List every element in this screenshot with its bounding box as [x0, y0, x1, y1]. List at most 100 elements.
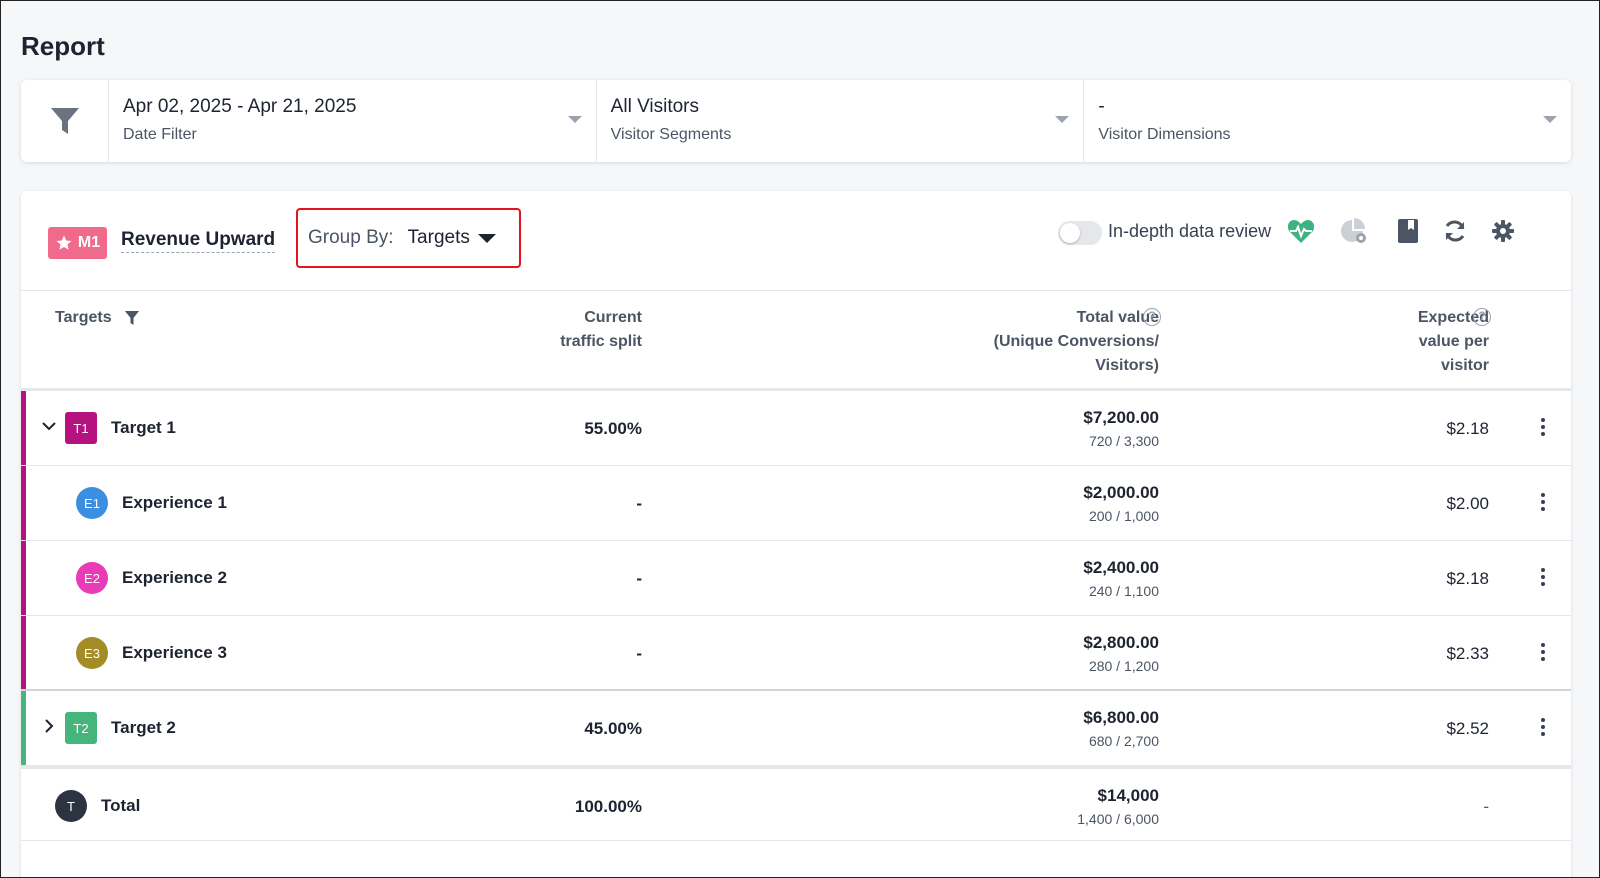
metric-badge-label: M1: [77, 234, 101, 251]
visitor-dimensions-value: -: [1098, 96, 1105, 117]
in-depth-data-review-toggle[interactable]: [1058, 221, 1102, 245]
experience-row[interactable]: E1 Experience 1 - $2,000.00 200 / 1,000 …: [21, 466, 1571, 541]
targets-header-label: Targets: [55, 309, 112, 326]
conversions-visitors: 280 / 1,200: [1088, 658, 1159, 674]
experience-row[interactable]: E2 Experience 2 - $2,400.00 240 / 1,100 …: [21, 541, 1571, 616]
column-filter-icon[interactable]: [124, 310, 140, 326]
row-menu-icon[interactable]: [1539, 715, 1547, 739]
visitor-dimensions-label: Visitor Dimensions: [1098, 126, 1231, 143]
traffic-split-header-line1: Current: [584, 309, 642, 326]
traffic-split-value: 45.00%: [584, 719, 642, 738]
total-value: $2,400.00: [1083, 558, 1159, 577]
target-badge: T2: [65, 712, 97, 744]
refresh-icon[interactable]: [1440, 216, 1470, 246]
traffic-split-value: 100.00%: [574, 797, 642, 816]
metric-badge: M1: [48, 227, 107, 259]
expected-value: $2.33: [1446, 644, 1489, 663]
total-value: $2,000.00: [1083, 483, 1159, 502]
visitor-dimensions-dropdown[interactable]: - Visitor Dimensions: [1084, 80, 1571, 162]
total-value: $7,200.00: [1083, 408, 1159, 427]
heartbeat-icon[interactable]: [1286, 216, 1316, 246]
expected-value: -: [1483, 797, 1489, 816]
target-name: Target 2: [111, 718, 176, 737]
table-header: Targets Current traffic split Total valu…: [21, 291, 1571, 391]
total-value-help-icon[interactable]: ?: [1143, 308, 1161, 326]
target-color-stripe: [21, 466, 26, 540]
row-menu-icon[interactable]: [1539, 640, 1547, 664]
total-value-column-header: Total value (Unique Conversions/ Visitor…: [994, 306, 1159, 378]
expected-value: $2.18: [1446, 569, 1489, 588]
row-menu-icon[interactable]: [1539, 565, 1547, 589]
conversions-visitors: 1,400 / 6,000: [1077, 811, 1159, 827]
experience-badge: E3: [76, 637, 108, 669]
traffic-split-column-header: Current traffic split: [560, 306, 642, 354]
row-menu-icon[interactable]: [1539, 415, 1547, 439]
target-row[interactable]: T1 Target 1 55.00% $7,200.00 720 / 3,300…: [21, 391, 1571, 466]
total-row: T Total 100.00% $14,000 1,400 / 6,000 -: [21, 766, 1571, 841]
experience-badge: E1: [76, 487, 108, 519]
target-color-stripe: [21, 391, 26, 465]
gear-icon[interactable]: [1488, 216, 1518, 246]
date-filter-dropdown[interactable]: Apr 02, 2025 - Apr 21, 2025 Date Filter: [109, 80, 597, 162]
chevron-down-icon[interactable]: [41, 418, 57, 434]
visitor-segments-dropdown[interactable]: All Visitors Visitor Segments: [597, 80, 1085, 162]
metric-name-link[interactable]: Revenue Upward: [121, 229, 276, 253]
expected-value: $2.52: [1446, 719, 1489, 738]
target-color-stripe: [21, 616, 26, 689]
date-filter-value: Apr 02, 2025 - Apr 21, 2025: [123, 96, 357, 117]
bookmark-icon[interactable]: [1393, 216, 1423, 246]
group-by-dropdown[interactable]: Group By: Targets: [296, 208, 521, 268]
report-page: Report Apr 02, 2025 - Apr 21, 2025 Date …: [0, 0, 1600, 878]
traffic-split-header-line2: traffic split: [560, 333, 642, 350]
expected-value-header-line2: value per: [1418, 333, 1489, 350]
target-row[interactable]: T2 Target 2 45.00% $6,800.00 680 / 2,700…: [21, 691, 1571, 766]
visitor-segments-value: All Visitors: [610, 96, 700, 117]
target-color-stripe: [21, 691, 26, 765]
expected-value: $2.18: [1446, 419, 1489, 438]
report-card: M1 Revenue Upward Group By: Targets In-d…: [21, 191, 1571, 877]
conversions-visitors: 200 / 1,000: [1088, 508, 1159, 524]
page-title: Report: [21, 31, 105, 61]
funnel-icon: [50, 108, 79, 134]
filter-bar: Apr 02, 2025 - Apr 21, 2025 Date Filter …: [21, 80, 1571, 162]
experience-name: Experience 3: [122, 643, 227, 662]
chevron-right-icon[interactable]: [41, 718, 57, 734]
conversions-visitors: 720 / 3,300: [1088, 433, 1159, 449]
toggle-knob: [1060, 223, 1080, 243]
filter-toggle-button[interactable]: [21, 80, 109, 162]
total-value: $6,800.00: [1083, 708, 1159, 727]
traffic-split-value: -: [636, 494, 642, 513]
report-card-header: M1 Revenue Upward Group By: Targets In-d…: [21, 191, 1571, 291]
total-name: Total: [101, 796, 141, 815]
target-color-stripe: [21, 541, 26, 615]
expected-value-header-line3: visitor: [1440, 357, 1489, 374]
traffic-split-value: -: [636, 569, 642, 588]
caret-down-icon: [1543, 116, 1558, 123]
expected-value-help-icon[interactable]: ?: [1473, 308, 1491, 326]
star-icon: [56, 235, 72, 250]
total-value-header-line1: Total value: [1076, 309, 1159, 326]
group-by-value: Targets: [407, 227, 470, 248]
visitor-segments-label: Visitor Segments: [610, 126, 732, 143]
total-value-header-line3: Visitors): [1095, 357, 1159, 374]
targets-column-header: Targets: [55, 306, 140, 330]
row-menu-icon[interactable]: [1539, 490, 1547, 514]
conversions-visitors: 240 / 1,100: [1088, 583, 1159, 599]
expected-value: $2.00: [1446, 494, 1489, 513]
target-badge: T1: [65, 412, 97, 444]
target-name: Target 1: [111, 418, 176, 437]
total-value-header-line2: (Unique Conversions/: [993, 333, 1159, 350]
experience-row[interactable]: E3 Experience 3 - $2,800.00 280 / 1,200 …: [21, 616, 1571, 691]
caret-down-icon: [477, 233, 496, 243]
experience-name: Experience 1: [122, 493, 227, 512]
conversions-visitors: 680 / 2,700: [1088, 733, 1159, 749]
in-depth-data-review-label: In-depth data review: [1108, 221, 1272, 241]
caret-down-icon: [567, 116, 582, 123]
traffic-split-value: -: [636, 644, 642, 663]
total-value: $2,800.00: [1083, 633, 1159, 652]
group-by-label: Group By:: [308, 227, 394, 248]
experience-badge: E2: [76, 562, 108, 594]
total-value: $14,000: [1097, 786, 1159, 805]
pie-settings-icon[interactable]: [1339, 216, 1369, 246]
experience-name: Experience 2: [122, 568, 227, 587]
